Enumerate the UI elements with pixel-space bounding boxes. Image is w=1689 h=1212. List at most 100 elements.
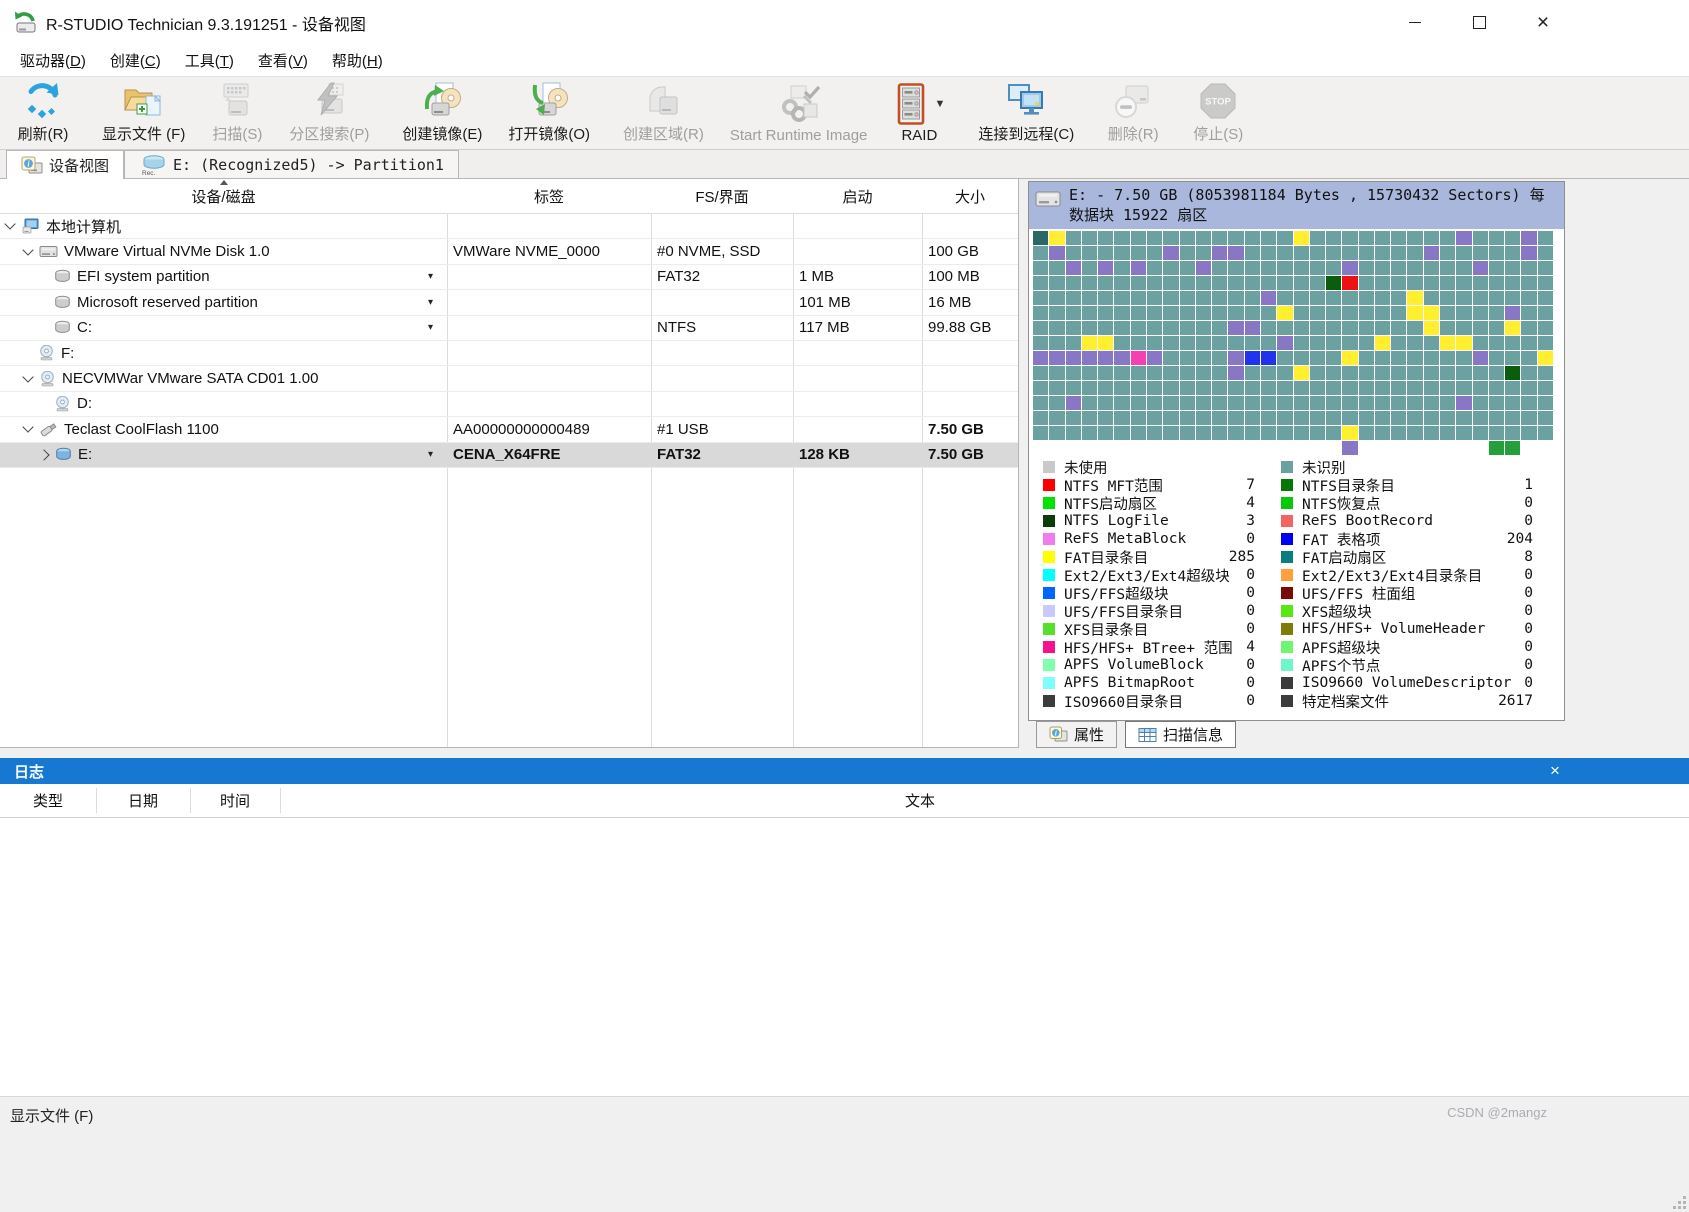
scan-block	[1228, 351, 1243, 365]
title-bar: R-STUDIO Technician 9.3.191251 - 设备视图 ×	[0, 0, 1689, 45]
collapse-chevron-icon[interactable]	[22, 371, 33, 382]
menu-item-4[interactable]: 帮助(H)	[320, 46, 395, 75]
scan-block	[1326, 306, 1341, 320]
scan-block	[1131, 366, 1146, 380]
column-header-0[interactable]: 设备/磁盘	[0, 179, 447, 213]
menu-item-1[interactable]: 创建(C)	[98, 46, 173, 75]
device-row-2[interactable]: EFI system partition▾FAT321 MB100 MB	[0, 265, 1018, 290]
scan-block	[1521, 411, 1536, 425]
toolbar-button-connect-remote[interactable]: 连接到远程(C)	[965, 77, 1087, 149]
scan-block	[1424, 411, 1439, 425]
chevron-down-icon[interactable]: ▼	[934, 98, 945, 110]
device-row-4[interactable]: C:▾NTFS117 MB99.88 GB	[0, 316, 1018, 341]
device-row-7[interactable]: D:	[0, 392, 1018, 417]
scan-block	[1294, 231, 1309, 245]
legend-item: UFS/FFS 柱面组0	[1281, 586, 1533, 601]
splitter[interactable]	[0, 748, 1689, 758]
window-controls: ×	[1400, 0, 1558, 45]
device-row-3[interactable]: Microsoft reserved partition▾101 MB16 MB	[0, 290, 1018, 315]
scan-block	[1521, 306, 1536, 320]
log-column-header-2[interactable]: 时间	[190, 784, 280, 817]
legend-label: XFS超级块	[1302, 601, 1372, 622]
menu-item-0[interactable]: 驱动器(D)	[8, 46, 98, 75]
scan-block	[1375, 261, 1390, 275]
scan-block	[1489, 321, 1504, 335]
log-column-header-3[interactable]: 文本	[280, 784, 1560, 817]
collapse-chevron-icon[interactable]	[22, 422, 33, 433]
scan-block	[1098, 381, 1113, 395]
scan-block	[1407, 336, 1422, 350]
scan-block	[1407, 381, 1422, 395]
expand-chevron-icon[interactable]	[38, 449, 49, 460]
scan-block	[1521, 351, 1536, 365]
column-header-2[interactable]: FS/界面	[651, 179, 793, 213]
toolbar-button-label: 停止(S)	[1193, 123, 1243, 144]
scan-block	[1407, 231, 1422, 245]
toolbar-button-raid[interactable]: ▼RAID	[880, 77, 958, 149]
device-row-1[interactable]: VMware Virtual NVMe Disk 1.0VMWare NVME_…	[0, 239, 1018, 264]
row-dropdown-icon[interactable]: ▾	[428, 265, 433, 289]
log-close-icon[interactable]: ×	[1542, 758, 1568, 784]
scan-block	[1310, 381, 1325, 395]
toolbar-button-refresh[interactable]: 刷新(R)	[4, 77, 82, 149]
scan-block	[1538, 321, 1553, 335]
column-header-label: 设备/磁盘	[191, 186, 255, 207]
scan-block	[1407, 426, 1422, 440]
scan-block	[1212, 276, 1227, 290]
device-row-8[interactable]: Teclast CoolFlash 1100AA00000000000489#1…	[0, 417, 1018, 442]
device-row-0[interactable]: 本地计算机	[0, 214, 1018, 239]
log-column-header-0[interactable]: 类型	[0, 784, 96, 817]
menu-item-2[interactable]: 工具(T)	[173, 46, 246, 75]
toolbar-button-create-image[interactable]: 创建镜像(E)	[389, 77, 495, 149]
scan-block	[1489, 426, 1504, 440]
collapse-chevron-icon[interactable]	[22, 244, 33, 255]
legend-item: XFS目录条目0	[1043, 622, 1255, 637]
maximize-button[interactable]	[1464, 8, 1494, 38]
collapse-chevron-icon[interactable]	[4, 219, 15, 230]
scan-block	[1294, 276, 1309, 290]
scan-block	[1375, 321, 1390, 335]
size-cell: 100 MB	[928, 265, 1016, 289]
tab-device-view[interactable]: i设备视图	[6, 150, 124, 179]
close-button[interactable]: ×	[1528, 8, 1558, 38]
row-dropdown-icon[interactable]: ▾	[428, 443, 433, 467]
toolbar-button-open-image[interactable]: 打开镜像(O)	[495, 77, 603, 149]
device-row-9[interactable]: E:▾CENA_X64FREFAT32128 KB7.50 GB	[0, 443, 1018, 468]
tab-recognized-partition[interactable]: Rec.E: (Recognized5) -> Partition1	[124, 150, 459, 178]
row-dropdown-icon[interactable]: ▾	[428, 316, 433, 340]
scan-block	[1261, 336, 1276, 350]
scan-block	[1163, 261, 1178, 275]
column-header-4[interactable]: 大小	[922, 179, 1018, 213]
scan-block	[1098, 246, 1113, 260]
scan-block	[1505, 396, 1520, 410]
scan-block	[1066, 381, 1081, 395]
column-header-1[interactable]: 标签	[447, 179, 651, 213]
minimize-button[interactable]	[1400, 8, 1430, 38]
scan-block	[1261, 396, 1276, 410]
device-row-6[interactable]: NECVMWar VMware SATA CD01 1.00	[0, 366, 1018, 391]
row-dropdown-icon[interactable]: ▾	[428, 290, 433, 314]
tab-properties[interactable]: i属性	[1036, 721, 1117, 748]
resize-grip[interactable]	[1672, 1195, 1686, 1209]
scan-block	[1375, 306, 1390, 320]
log-column-header-1[interactable]: 日期	[96, 784, 190, 817]
scan-block	[1505, 306, 1520, 320]
menu-item-3[interactable]: 查看(V)	[246, 46, 320, 75]
scan-panel-tabs: i属性扫描信息	[1036, 721, 1236, 748]
scan-block	[1114, 246, 1129, 260]
tab-scan-info[interactable]: 扫描信息	[1125, 721, 1236, 748]
scan-block	[1473, 366, 1488, 380]
scan-block-map[interactable]	[1033, 231, 1553, 455]
scan-block	[1196, 351, 1211, 365]
volume-label-cell	[453, 316, 649, 340]
device-row-5[interactable]: F:	[0, 341, 1018, 366]
scan-block	[1261, 291, 1276, 305]
scan-block	[1147, 411, 1162, 425]
toolbar-button-show-files[interactable]: 显示文件 (F)	[89, 77, 198, 149]
fs-cell: #1 USB	[657, 417, 791, 441]
scan-block	[1326, 366, 1341, 380]
scan-block	[1212, 426, 1227, 440]
column-header-3[interactable]: 启动	[793, 179, 922, 213]
scan-block	[1049, 231, 1064, 245]
scan-block	[1147, 261, 1162, 275]
